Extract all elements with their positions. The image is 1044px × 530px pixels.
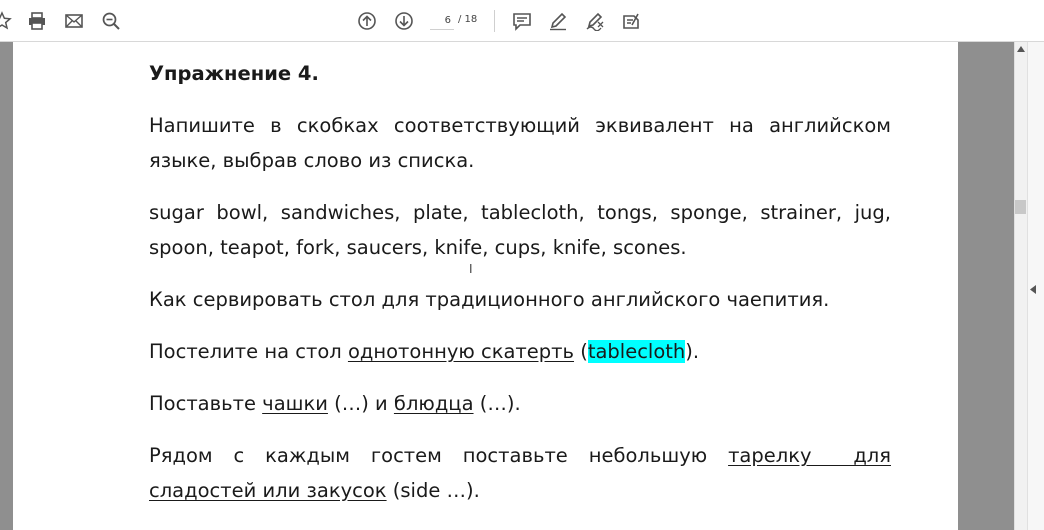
word-list-paragraph: sugar bowl, sandwiches, plate, tableclot… — [149, 195, 891, 265]
sentence-text: Постелите на стол — [149, 340, 348, 363]
vertical-scrollbar[interactable] — [1014, 42, 1027, 530]
viewer-gutter-left — [0, 42, 13, 530]
toolbar-separator — [494, 10, 495, 32]
sentence-text: (…). — [473, 392, 521, 415]
page-number-input[interactable] — [430, 12, 454, 30]
page-total: / 18 — [458, 14, 478, 25]
print-icon[interactable] — [27, 11, 47, 31]
underlined-phrase: блюдца — [393, 392, 474, 415]
underlined-phrase: тарелку для — [728, 444, 891, 467]
chevron-up-icon[interactable] — [1014, 42, 1027, 56]
word-list-line-1: sugar bowl, sandwiches, plate, tableclot… — [149, 201, 891, 224]
sentence-text: Рядом с каждым гостем поставьте небольшу… — [149, 444, 729, 467]
text-cursor-icon: I — [469, 262, 473, 276]
instruction-paragraph: Напишите в скобках соответствующий эквив… — [149, 108, 891, 178]
sentence-side-plate: Рядом с каждым гостем поставьте небольшу… — [149, 438, 891, 508]
word-list-line-2: spoon, teapot, fork, saucers, knife, cup… — [149, 236, 687, 259]
exercise-heading: Упражнение 4. — [149, 62, 319, 85]
underlined-phrase: чашки — [262, 392, 328, 415]
toolbar: / 18 — [0, 0, 1044, 42]
side-plate-line-2: сладостей или закусок (side …). — [149, 473, 891, 508]
side-plate-line-1: Рядом с каждым гостем поставьте небольшу… — [149, 438, 891, 473]
chevron-left-icon[interactable] — [1030, 285, 1036, 297]
sentence-text: ). — [685, 340, 700, 363]
star-icon[interactable] — [0, 11, 12, 31]
zoom-icon[interactable] — [101, 11, 121, 31]
viewer-gutter-right — [958, 42, 1014, 530]
underlined-phrase: сладостей или закусок — [149, 479, 387, 502]
topic-sentence: Как сервировать стол для традиционного а… — [149, 288, 830, 311]
scrollbar-thumb[interactable] — [1015, 200, 1026, 214]
sentence-text: ( — [574, 340, 588, 363]
sentence-text: (side …). — [386, 479, 480, 502]
instruction-line-1: Напишите в скобках соответствующий эквив… — [149, 114, 891, 137]
mail-icon[interactable] — [64, 11, 84, 31]
sentence-text: (…) и — [327, 392, 394, 415]
arrow-down-icon[interactable] — [394, 11, 414, 31]
pen-icon[interactable] — [548, 11, 568, 31]
underlined-phrase: однотонную скатерть — [347, 340, 575, 363]
sentence-tablecloth: Постелите на стол однотонную скатерть (t… — [149, 334, 699, 369]
comment-icon[interactable] — [512, 11, 532, 31]
highlighted-answer: tablecloth — [587, 340, 686, 363]
stamp-icon[interactable] — [621, 11, 641, 31]
sentence-text: Поставьте — [149, 392, 263, 415]
sign-icon[interactable] — [585, 11, 605, 31]
arrow-up-icon[interactable] — [357, 11, 377, 31]
document-page: Упражнение 4. Напишите в скобках соответ… — [13, 42, 958, 530]
sentence-cups-saucers: Поставьте чашки (…) и блюдца (…). — [149, 386, 521, 421]
instruction-line-2: языке, выбрав слово из списка. — [149, 149, 475, 172]
